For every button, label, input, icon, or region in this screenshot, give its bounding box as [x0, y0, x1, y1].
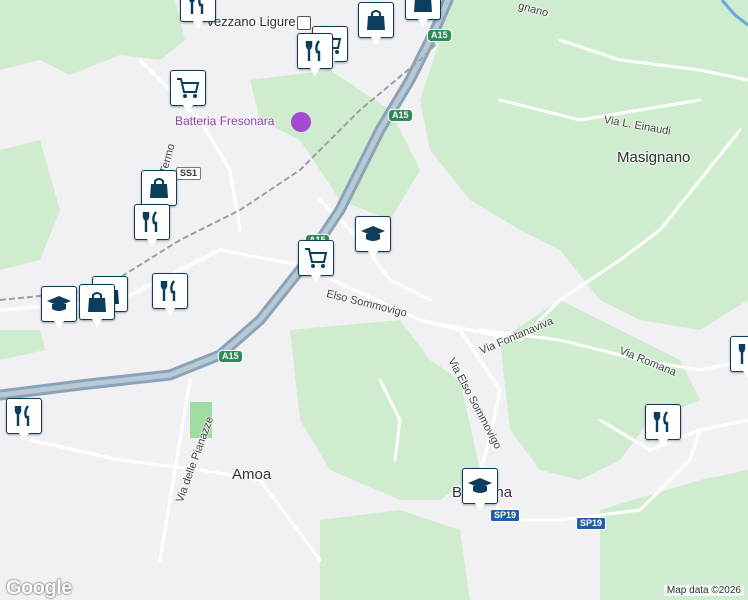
a15-shield: A15 [388, 109, 413, 122]
restaurant-marker[interactable] [645, 404, 681, 447]
restaurant-icon [160, 280, 176, 301]
restaurant-icon [142, 211, 158, 232]
train-station-icon[interactable] [297, 16, 311, 30]
restaurant-icon [738, 344, 746, 364]
shopping-bag-icon [150, 178, 168, 198]
shopping-cart-icon [305, 248, 328, 268]
sp19-shield: SP19 [490, 509, 521, 522]
restaurant-icon [653, 411, 669, 432]
place-label-amoa: Amoa [232, 466, 272, 483]
place-label-vezzano: Vezzano Ligure [206, 14, 296, 29]
shopping-cart-marker[interactable] [170, 70, 206, 113]
poi-label-batteria: Batteria Fresonara [175, 114, 275, 128]
shopping-bag-icon [367, 10, 385, 30]
sp19-shield: SP19 [576, 517, 607, 530]
restaurant-icon [188, 0, 204, 14]
school-marker[interactable] [355, 216, 391, 259]
shopping-bag-marker[interactable] [79, 284, 115, 327]
shopping-bag-icon [414, 0, 432, 12]
a15-shield: A15 [218, 350, 243, 363]
restaurant-icon [14, 405, 30, 426]
restaurant-marker[interactable] [730, 336, 748, 379]
google-logo[interactable]: Google [6, 577, 72, 600]
school-marker[interactable] [41, 286, 77, 329]
school-icon [47, 296, 71, 311]
school-marker[interactable] [462, 468, 498, 511]
shopping-bag-marker[interactable] [405, 0, 441, 27]
restaurant-marker[interactable] [180, 0, 216, 29]
a15-shield: A15 [427, 29, 452, 42]
shopping-bag-marker[interactable] [358, 2, 394, 45]
school-icon [468, 478, 492, 493]
ss1-shield: SS1 [176, 167, 202, 180]
shopping-bag-icon [88, 292, 106, 312]
map-canvas[interactable]: Vezzano Ligure Masignano Amoa Bottagna B… [0, 0, 748, 600]
restaurant-marker[interactable] [134, 204, 170, 247]
camera-icon[interactable] [291, 112, 311, 132]
shopping-cart-icon [177, 78, 200, 98]
restaurant-marker[interactable] [6, 398, 42, 441]
restaurant-marker[interactable] [297, 33, 333, 76]
shopping-bag-marker[interactable] [141, 170, 177, 213]
shopping-cart-marker[interactable] [298, 240, 334, 283]
restaurant-icon [305, 40, 321, 61]
place-label-masignano: Masignano [617, 149, 691, 166]
school-icon [361, 226, 385, 241]
map-attribution[interactable]: Map data ©2026 [663, 585, 744, 596]
restaurant-marker[interactable] [152, 273, 188, 316]
